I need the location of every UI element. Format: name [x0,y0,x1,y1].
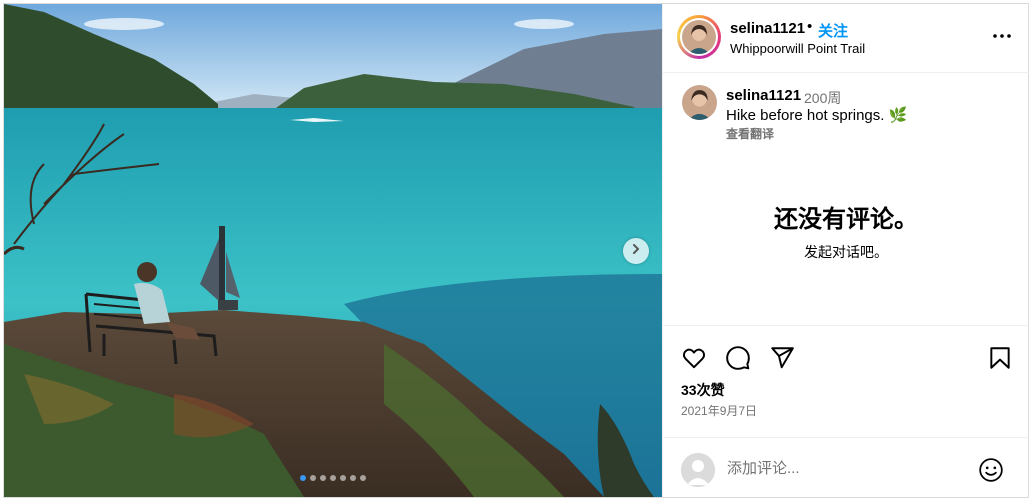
location-link[interactable]: Whippoorwill Point Trail [730,41,865,56]
send-icon[interactable] [769,345,795,371]
caption-time[interactable]: 200周 [804,88,841,108]
carousel-dot [300,475,306,481]
caption-avatar[interactable] [682,85,717,120]
emoji-icon[interactable] [978,457,1004,483]
follow-button[interactable]: 关注 [818,20,848,41]
comment-icon[interactable] [725,345,751,371]
current-user-avatar [681,453,715,487]
post-side-panel: selina1121 • 关注 Whippoorwill Point Trail… [662,4,1029,498]
caption-text: Hike before hot springs. 🌿 [726,107,908,124]
post-photo [4,4,662,497]
carousel-dot [340,475,346,481]
chevron-right-icon [630,242,642,260]
post-date[interactable]: 2021年9月7日 [681,402,757,419]
heart-icon[interactable] [681,345,707,371]
carousel-dot [310,475,316,481]
carousel-dot [360,475,366,481]
next-slide-button[interactable] [623,238,649,264]
follow-separator: • [807,18,813,35]
carousel-dot [320,475,326,481]
story-ring[interactable] [677,15,721,59]
post-header: selina1121 • 关注 Whippoorwill Point Trail [663,4,1029,73]
carousel-dots [4,475,662,481]
caption-username[interactable]: selina1121 [726,87,801,104]
more-horizontal-icon[interactable] [992,26,1012,46]
carousel-dot [330,475,336,481]
no-comments-title: 还没有评论。 [774,206,918,233]
translate-link[interactable]: 查看翻译 [726,125,774,142]
comment-input[interactable] [727,457,967,479]
avatar [682,20,716,54]
bookmark-icon[interactable] [987,345,1013,371]
like-count[interactable]: 33次赞 [681,380,725,400]
header-username[interactable]: selina1121 [730,20,805,37]
carousel-dot [350,475,356,481]
comment-composer [663,437,1029,498]
post-media[interactable] [4,4,662,497]
no-comments-subtitle: 发起对话吧。 [804,244,888,260]
